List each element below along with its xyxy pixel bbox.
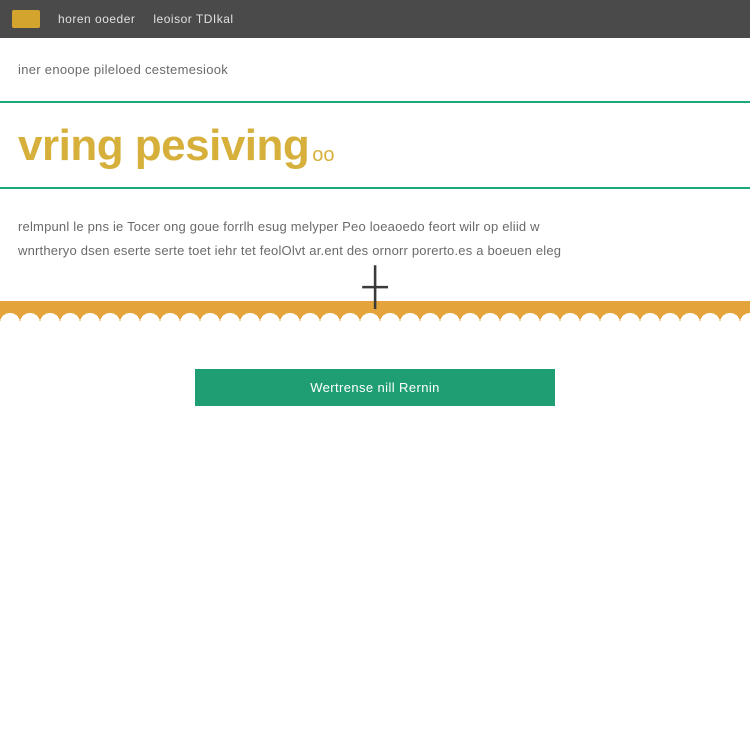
page-title-suffix: oo xyxy=(312,144,334,166)
page-title: vring pesiving xyxy=(18,121,309,171)
page-title-block: vring pesivingoo xyxy=(0,101,750,189)
top-toolbar: horen ooeder leoisor TDIkal xyxy=(0,0,750,38)
body-line-2: wnrtheryo dsen eserte serte toet iehr te… xyxy=(18,241,732,261)
body-line-1: relmpunl le pns ie Tocer ong goue forrlh… xyxy=(18,217,732,237)
toolbar-menu-item-2[interactable]: leoisor TDIkal xyxy=(153,12,233,26)
cta-container: Wertrense nill Rernin xyxy=(0,369,750,406)
toolbar-menu-item-1[interactable]: horen ooeder xyxy=(58,12,135,26)
body-copy: relmpunl le pns ie Tocer ong goue forrlh… xyxy=(0,189,750,279)
brand-badge-icon xyxy=(12,10,40,28)
primary-cta-button[interactable]: Wertrense nill Rernin xyxy=(195,369,555,406)
breadcrumb: iner enoope pileloed cestemesiook xyxy=(0,38,750,91)
decorative-divider-icon: ┼ xyxy=(0,301,750,321)
